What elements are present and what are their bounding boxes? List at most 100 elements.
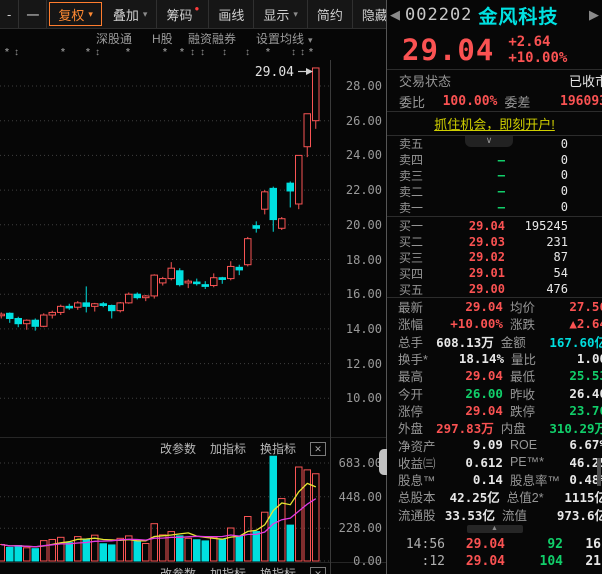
prev-stock-arrow-icon[interactable]: ◀ bbox=[387, 7, 403, 23]
tick-price: 29.04 bbox=[445, 537, 505, 552]
stat-row: 外盘297.83万内盘310.29万 bbox=[387, 419, 602, 436]
collapse-book-chevron-icon[interactable]: ∨ bbox=[465, 136, 513, 147]
event-marker-icon[interactable]: ↕ bbox=[200, 46, 205, 60]
volume-axis-label: 448.00 bbox=[331, 490, 382, 504]
indicator2-pane-btn-加指标[interactable]: 加指标 bbox=[210, 565, 246, 574]
event-marker-icon[interactable]: * bbox=[5, 46, 9, 60]
stat-value: 18.14% bbox=[445, 351, 504, 366]
volume-pane-btn-换指标[interactable]: 换指标 bbox=[260, 440, 296, 457]
volume-pane-btn-加指标[interactable]: 加指标 bbox=[210, 440, 246, 457]
order-book: ∨ 卖五—0卖四—0卖三—0卖二—0卖一—0 买一29.04195245买二29… bbox=[387, 136, 602, 297]
stat-value: 310.29万 bbox=[549, 418, 602, 437]
indicator2-pane-btn-换指标[interactable]: 换指标 bbox=[260, 565, 296, 574]
stat-label: 昨收 bbox=[510, 384, 569, 403]
scrollbar-thumb[interactable] bbox=[597, 458, 601, 486]
event-marker-icon[interactable]: ↕ bbox=[291, 46, 296, 60]
event-marker-icon[interactable]: * bbox=[180, 46, 184, 60]
bid-row-price: 29.04 bbox=[443, 219, 505, 233]
chart-subtoolbar: 深股通 H股融资融券 设置均线▾ bbox=[0, 28, 386, 47]
toolbar-button-叠加[interactable]: 叠加▾ bbox=[104, 0, 158, 28]
promo-row: 抓住机会，即刻开户! bbox=[387, 111, 602, 136]
event-marker-icon[interactable]: ↕ bbox=[300, 46, 305, 60]
change-block: +2.64 +10.00% bbox=[508, 34, 567, 66]
ask-row: 卖四—0 bbox=[387, 152, 602, 168]
stat-label: 换手* bbox=[398, 349, 445, 368]
event-marker-icon[interactable]: * bbox=[266, 46, 270, 60]
collapse-up-arrow-icon[interactable]: ▲ bbox=[467, 525, 523, 533]
chart-toolbar: -一复权▾叠加▾筹码●画线显示▾简约隐藏▶▶ bbox=[0, 0, 386, 29]
event-marker-icon[interactable]: * bbox=[61, 46, 65, 60]
weibi-row: 委比 100.00% 委差 196093 bbox=[387, 91, 602, 111]
price-axis-label: 26.00 bbox=[331, 114, 382, 128]
event-marker-icon[interactable]: ↕ bbox=[190, 46, 195, 60]
stat-label: 涨停 bbox=[398, 401, 445, 420]
subbar-link-深股通[interactable]: 深股通 bbox=[96, 30, 132, 47]
quote-panel: ◀ 002202 金风科技 ▶ 29.04 +2.64 +10.00% 交易状态… bbox=[387, 0, 602, 574]
price-axis-label: 22.00 bbox=[331, 183, 382, 197]
stat-label: 跌停 bbox=[510, 401, 569, 420]
stat-label: 金额 bbox=[501, 332, 550, 351]
ask-row-price: — bbox=[443, 168, 505, 182]
subbar-link-H股[interactable]: H股 bbox=[152, 30, 173, 47]
stat-label: 总手 bbox=[398, 332, 436, 351]
ask-row-volume: 0 bbox=[505, 137, 568, 151]
price-axis-label: 12.00 bbox=[331, 357, 382, 371]
stat-value: 26.00 bbox=[445, 386, 503, 401]
stat-value: ▲2.64 bbox=[569, 316, 602, 331]
indicator2-pane-btn-改参数[interactable]: 改参数 bbox=[160, 565, 196, 574]
event-marker-icon[interactable]: ↕ bbox=[222, 46, 227, 60]
indicator2-pane-close-icon[interactable]: ✕ bbox=[310, 567, 326, 574]
last-price: 29.04 bbox=[402, 33, 494, 67]
ask-row-volume: 0 bbox=[505, 200, 568, 214]
toolbar-button-筹码[interactable]: 筹码● bbox=[157, 0, 209, 28]
toolbar-stub-1[interactable]: 一 bbox=[19, 0, 47, 28]
toolbar-button-简约[interactable]: 简约 bbox=[308, 0, 353, 28]
stat-row: 股息™0.14股息率™0.48% bbox=[387, 471, 602, 488]
volume-pane-btn-改参数[interactable]: 改参数 bbox=[160, 440, 196, 457]
stat-value: 167.60亿 bbox=[549, 332, 602, 351]
stat-value: 29.04 bbox=[445, 299, 503, 314]
ask-row: 卖一—0 bbox=[387, 199, 602, 215]
stat-label: 量比 bbox=[511, 349, 571, 368]
tick-time: :12 bbox=[399, 554, 445, 569]
toolbar-button-画线[interactable]: 画线 bbox=[209, 0, 254, 28]
price-axis-label: 18.00 bbox=[331, 253, 382, 267]
ask-row-price: — bbox=[443, 153, 505, 167]
stat-value: 9.09 bbox=[445, 437, 503, 452]
subbar-link-设置均线[interactable]: 设置均线▾ bbox=[256, 30, 313, 47]
bid-row: 买五29.00476 bbox=[387, 281, 602, 297]
stat-value: 42.25亿 bbox=[443, 487, 500, 506]
toolbar-button-显示[interactable]: 显示▾ bbox=[254, 0, 308, 28]
panel-collapse-handle[interactable] bbox=[379, 449, 387, 475]
candlestick-chart[interactable]: 29.04 bbox=[0, 60, 330, 438]
volume-axis-label: 228.00 bbox=[331, 521, 382, 535]
volume-pane-close-icon[interactable]: ✕ bbox=[310, 442, 326, 456]
stat-label: 涨跌 bbox=[510, 314, 569, 333]
tick-row[interactable]: 14:5629.049216 bbox=[387, 536, 602, 553]
weicha-label: 委差 bbox=[504, 92, 560, 111]
svg-text:29.04: 29.04 bbox=[255, 65, 294, 80]
event-marker-icon[interactable]: * bbox=[86, 46, 90, 60]
price-axis-label: 20.00 bbox=[331, 218, 382, 232]
volume-axis-label: 0.00 bbox=[331, 554, 382, 568]
next-stock-arrow-icon[interactable]: ▶ bbox=[586, 7, 602, 23]
ask-row-label: 卖一 bbox=[399, 199, 443, 216]
stat-value: 29.04 bbox=[445, 368, 503, 383]
ask-row-label: 卖四 bbox=[399, 151, 443, 168]
price-axis-label: 16.00 bbox=[331, 287, 382, 301]
tick-row[interactable]: :1229.0410421 bbox=[387, 553, 602, 570]
status-label: 交易状态 bbox=[399, 71, 451, 90]
event-marker-icon[interactable]: ↕ bbox=[14, 46, 19, 60]
subbar-link-融资融券[interactable]: 融资融券 bbox=[188, 30, 236, 47]
event-marker-icon[interactable]: * bbox=[163, 46, 167, 60]
open-account-link[interactable]: 抓住机会，即刻开户! bbox=[434, 114, 555, 133]
toolbar-stub-0[interactable]: - bbox=[0, 0, 19, 28]
price-axis-label: 28.00 bbox=[331, 79, 382, 93]
toolbar-button-复权[interactable]: 复权▾ bbox=[49, 2, 102, 26]
event-marker-icon[interactable]: ↕ bbox=[95, 46, 100, 60]
event-marker-icon[interactable]: * bbox=[126, 46, 130, 60]
stat-label: ROE bbox=[510, 438, 569, 452]
event-marker-icon[interactable]: * bbox=[309, 46, 313, 60]
event-marker-icon[interactable]: ↕ bbox=[245, 46, 250, 60]
tick-price: 29.04 bbox=[445, 554, 505, 569]
